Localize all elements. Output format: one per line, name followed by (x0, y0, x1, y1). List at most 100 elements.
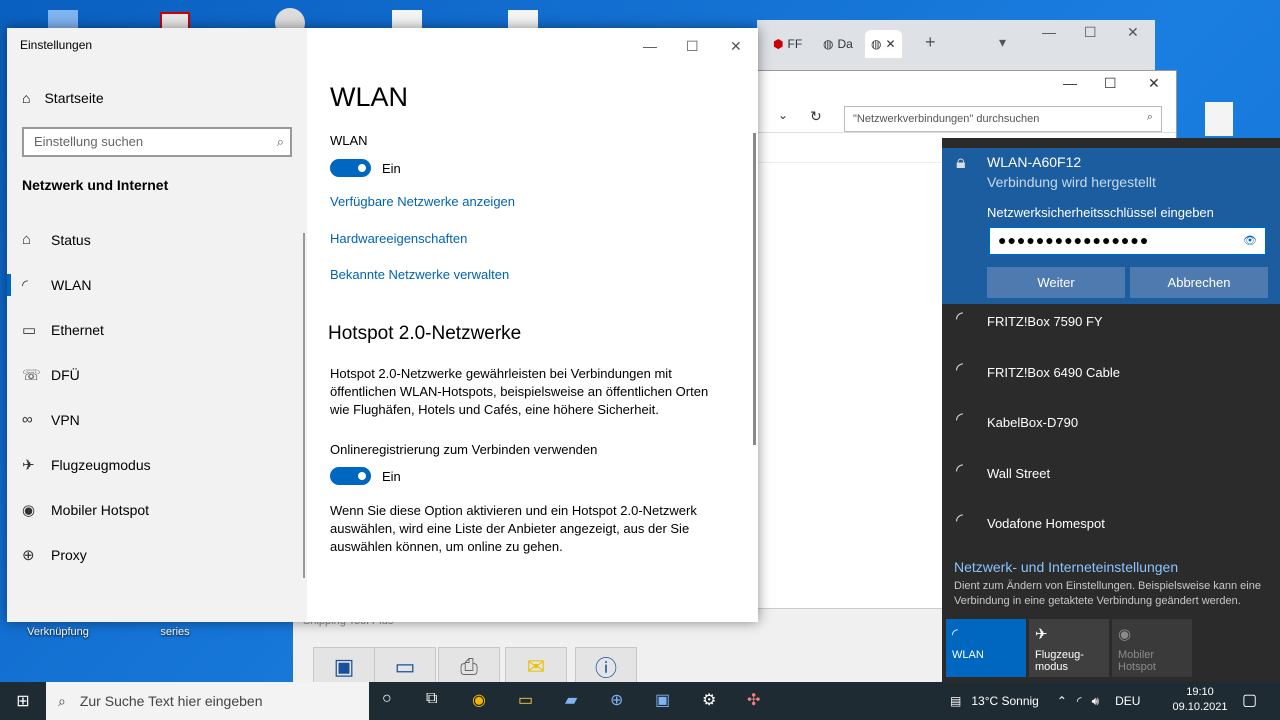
network-tray-icon[interactable]: ◜ (1077, 694, 1082, 708)
browser-tab[interactable]: ⬢ FF (773, 30, 802, 58)
sidebar-item-label: Proxy (51, 546, 87, 563)
sidebar-item-proxy[interactable]: ⊕ Proxy (7, 532, 307, 577)
app-icon[interactable]: ▣ (655, 690, 670, 710)
globe-icon: ◍ (823, 37, 834, 51)
secured-wifi-icon: ◜ (956, 460, 963, 480)
info-button[interactable]: ⓘ (575, 647, 637, 687)
network-list-item[interactable]: ◜ FRITZ!Box 6490 Cable (942, 349, 1280, 399)
sidebar-item-label: Mobiler Hotspot (51, 501, 150, 518)
network-list-item[interactable]: ◜ Vodafone Homespot (942, 500, 1280, 550)
tab-label: FF (787, 37, 803, 51)
taskbar-search[interactable]: ⌕ Zur Suche Text hier eingeben (46, 682, 369, 720)
notification-icon[interactable]: ▢ (1242, 690, 1257, 710)
content-scrollbar[interactable] (753, 133, 756, 445)
show-networks-link[interactable]: Verfügbare Netzwerke anzeigen (330, 194, 515, 209)
home-label: Startseite (44, 90, 104, 106)
task-view-icon[interactable]: ⧉ (426, 690, 437, 708)
wlan-toggle[interactable] (330, 159, 371, 177)
new-tab-button[interactable]: + (925, 32, 936, 53)
network-app-icon[interactable]: ⊕ (610, 690, 623, 710)
home-icon: ⌂ (22, 90, 31, 106)
online-registration-toggle[interactable] (330, 467, 371, 485)
file-explorer-icon[interactable]: ▭ (518, 690, 533, 710)
app-icon[interactable]: ✣ (747, 690, 760, 710)
language-indicator[interactable]: DEU (1115, 694, 1140, 708)
network-flyout: 🔒︎ WLAN-A60F12 Verbindung wird hergestel… (942, 138, 1280, 682)
sidebar-item-wlan[interactable]: ◜ WLAN (7, 262, 307, 307)
sidebar-scrollbar[interactable] (303, 233, 305, 578)
sidebar-item-vpn[interactable]: ∞ VPN (7, 397, 307, 442)
tab-label: Da (837, 37, 853, 51)
hotspot-heading: Hotspot 2.0-Netzwerke (328, 323, 522, 344)
mail-button[interactable]: ✉ (505, 647, 567, 687)
sidebar-item-ethernet[interactable]: ▭ Ethernet (7, 307, 307, 352)
gear-icon[interactable]: ⚙ (702, 690, 716, 710)
network-list-item[interactable]: ◜ FRITZ!Box 7590 FY (942, 298, 1280, 348)
start-button[interactable]: ⊞ (0, 682, 46, 720)
wifi-icon: ◜ (22, 276, 28, 294)
document-icon[interactable] (1205, 102, 1233, 136)
sidebar-item-dfu[interactable]: ☏ DFÜ (7, 352, 307, 397)
monitor-button[interactable]: ▭ (374, 647, 436, 687)
next-button[interactable]: Weiter (987, 267, 1125, 298)
hotspot-quick-action[interactable]: ◉ Mobiler Hotspot (1112, 619, 1192, 677)
app-icon[interactable]: ▰ (565, 690, 577, 710)
settings-search-input[interactable]: Einstellung suchen ⌕ (22, 127, 292, 157)
online-registration-description: Wenn Sie diese Option aktivieren und ein… (330, 503, 697, 554)
sidebar-item-label: Status (51, 231, 91, 248)
clock[interactable]: 19:10 09.10.2021 (1170, 685, 1230, 715)
clock-time: 19:10 (1186, 686, 1214, 698)
chevron-down-icon[interactable]: ▾ (999, 34, 1006, 51)
section-title: Netzwerk und Internet (22, 177, 169, 193)
minimize-icon[interactable]: — (643, 38, 657, 54)
close-icon[interactable]: ✕ (885, 37, 895, 51)
network-list-item[interactable]: ◜ Wall Street (942, 450, 1280, 500)
cortana-icon[interactable]: ○ (382, 690, 392, 708)
hotspot-icon: ◉ (1118, 626, 1132, 643)
maximize-icon[interactable]: ☐ (1104, 75, 1117, 92)
maximize-icon[interactable]: ☐ (1084, 24, 1097, 41)
printer-button[interactable]: ⎙ (438, 647, 500, 687)
chrome-icon[interactable]: ◉ (472, 690, 486, 710)
online-registration-state: Ein (382, 469, 401, 484)
desktop-label[interactable]: series (150, 626, 200, 638)
home-link[interactable]: ⌂ Startseite (22, 90, 104, 106)
minimize-icon[interactable]: — (1063, 75, 1077, 91)
chevron-down-icon[interactable]: ⌄ (778, 108, 788, 122)
close-icon[interactable]: ✕ (730, 38, 742, 55)
quick-action-label: Mobiler Hotspot (1118, 649, 1156, 673)
windows-icon: ⊞ (16, 693, 30, 710)
sidebar-item-hotspot[interactable]: ◉ Mobiler Hotspot (7, 487, 307, 532)
minimize-icon[interactable]: — (1042, 24, 1056, 40)
manage-known-networks-link[interactable]: Bekannte Netzwerke verwalten (330, 267, 509, 282)
save-button[interactable]: ▣ (313, 647, 375, 687)
chevron-up-icon[interactable]: ⌃ (1057, 694, 1067, 708)
sidebar-item-airplane[interactable]: ✈ Flugzeugmodus (7, 442, 307, 487)
close-icon[interactable]: ✕ (1127, 24, 1139, 41)
dialup-icon: ☏ (22, 366, 41, 384)
weather-icon[interactable]: ▤ (950, 694, 961, 708)
desktop-label[interactable]: Verknüpfung (18, 626, 98, 638)
browser-tab-active[interactable]: ◍ ✕ (865, 30, 902, 58)
weather-text[interactable]: 13°C Sonnig (971, 694, 1039, 708)
secured-wifi-icon: ◜ (956, 409, 963, 429)
network-settings-link[interactable]: Netzwerk- und Interneteinstellungen (954, 559, 1178, 575)
close-icon[interactable]: ✕ (1148, 75, 1160, 92)
cancel-button[interactable]: Abbrechen (1130, 267, 1268, 298)
hotspot-icon: ◉ (22, 501, 36, 519)
volume-icon[interactable]: 🔊︎ (1092, 694, 1100, 709)
maximize-icon[interactable]: ☐ (686, 38, 699, 55)
network-list-item[interactable]: ◜ KabelBox-D790 (942, 399, 1280, 449)
browser-tab[interactable]: ◍ Da (823, 30, 853, 58)
network-name: Vodafone Homespot (987, 516, 1105, 531)
hardware-properties-link[interactable]: Hardwareeigenschaften (330, 231, 467, 246)
airplane-quick-action[interactable]: ✈ Flugzeug- modus (1029, 619, 1109, 677)
sidebar-item-status[interactable]: ⌂ Status (7, 217, 307, 262)
refresh-icon[interactable]: ↻ (810, 108, 822, 125)
explorer-search-input[interactable]: "Netzwerkverbindungen" durchsuchen ⌕ (844, 106, 1162, 132)
search-icon: ⌕ (276, 134, 284, 149)
sidebar-item-label: VPN (51, 411, 80, 428)
wlan-quick-action[interactable]: ◜ WLAN (946, 619, 1026, 677)
network-key-input[interactable]: ●●●●●●●●●●●●●●●● 👁︎ (988, 226, 1267, 256)
show-password-icon[interactable]: 👁︎ (1243, 234, 1257, 247)
